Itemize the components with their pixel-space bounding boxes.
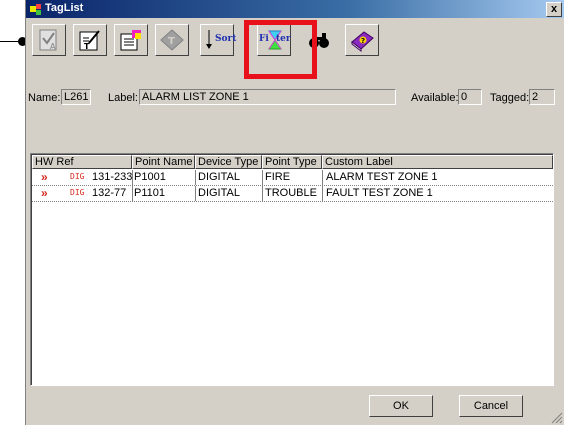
table-row[interactable]: » DIG 132-77 P1101 DIGITAL TROUBLE FAULT… (32, 186, 553, 202)
column-divider (132, 170, 133, 185)
hw-tag-badge: DIG (70, 188, 85, 197)
cell-point-type: FIRE (265, 171, 291, 183)
hw-tag-badge: DIG (70, 172, 85, 181)
column-divider (262, 170, 263, 185)
column-header-point-name[interactable]: Point Name (132, 155, 195, 169)
sort-label: Sort (215, 34, 237, 44)
column-divider (262, 186, 263, 201)
available-field: 0 (458, 89, 482, 105)
title-bar[interactable]: TagList x (26, 0, 564, 18)
svg-text:T: T (168, 36, 175, 47)
cell-device-type: DIGITAL (198, 187, 240, 199)
document-color-icon (120, 30, 141, 51)
row-marker: » (41, 186, 48, 200)
row-marker: » (41, 170, 48, 184)
cancel-button[interactable]: Cancel (459, 395, 523, 417)
column-header-device-type[interactable]: Device Type (195, 155, 262, 169)
column-header-point-type[interactable]: Point Type (262, 155, 322, 169)
column-divider (322, 170, 323, 185)
column-header-hw-ref[interactable]: HW Ref (32, 155, 132, 169)
cell-custom-label: ALARM TEST ZONE 1 (326, 171, 438, 183)
sort-button[interactable]: Sort (200, 24, 237, 56)
name-field: L261 (61, 89, 91, 105)
svg-text:A: A (50, 42, 56, 51)
filter-highlight-box (244, 20, 317, 79)
column-divider (132, 186, 133, 201)
close-button[interactable]: x (546, 2, 562, 17)
diamond-t-icon: T (160, 29, 184, 51)
name-label: Name: (28, 92, 61, 104)
window-title: TagList (45, 2, 84, 14)
cell-hw-ref: 132-77 (92, 187, 127, 199)
tagged-field: 2 (529, 89, 555, 105)
available-label: Available: (411, 92, 459, 104)
resize-grip-icon[interactable] (551, 412, 563, 424)
untag-button[interactable]: T (155, 24, 189, 56)
help-button[interactable]: ? (345, 24, 379, 56)
tag-document-icon: A (39, 29, 57, 51)
tagged-label: Tagged: (490, 92, 530, 104)
svg-text:T: T (84, 42, 90, 51)
document-pen-icon: T (79, 30, 100, 51)
label-label: Label: (108, 92, 138, 104)
column-divider (195, 186, 196, 201)
cell-point-name: P1001 (134, 171, 166, 183)
cell-point-name: P1101 (134, 187, 165, 199)
svg-text:?: ? (361, 37, 365, 45)
taglist-app-icon (30, 4, 41, 15)
column-divider (195, 170, 196, 185)
cell-device-type: DIGITAL (198, 171, 240, 183)
column-header-custom-label[interactable]: Custom Label (322, 155, 553, 169)
ok-button[interactable]: OK (369, 395, 433, 417)
tag-list-table[interactable]: HW Ref Point Name Device Type Point Type… (30, 153, 554, 386)
cell-point-type: TROUBLE (265, 187, 317, 199)
label-field: ALARM LIST ZONE 1 (139, 89, 396, 105)
tag-all-button[interactable]: A (32, 24, 66, 56)
help-book-icon: ? (351, 31, 374, 52)
table-row[interactable]: » DIG 131-233 P1001 DIGITAL FIRE ALARM T… (32, 170, 553, 186)
color-edit-button[interactable] (114, 24, 148, 56)
cell-custom-label: FAULT TEST ZONE 1 (326, 187, 433, 199)
edit-tag-button[interactable]: T (73, 24, 107, 56)
cell-hw-ref: 131-233 (92, 171, 133, 183)
column-divider (322, 186, 323, 201)
